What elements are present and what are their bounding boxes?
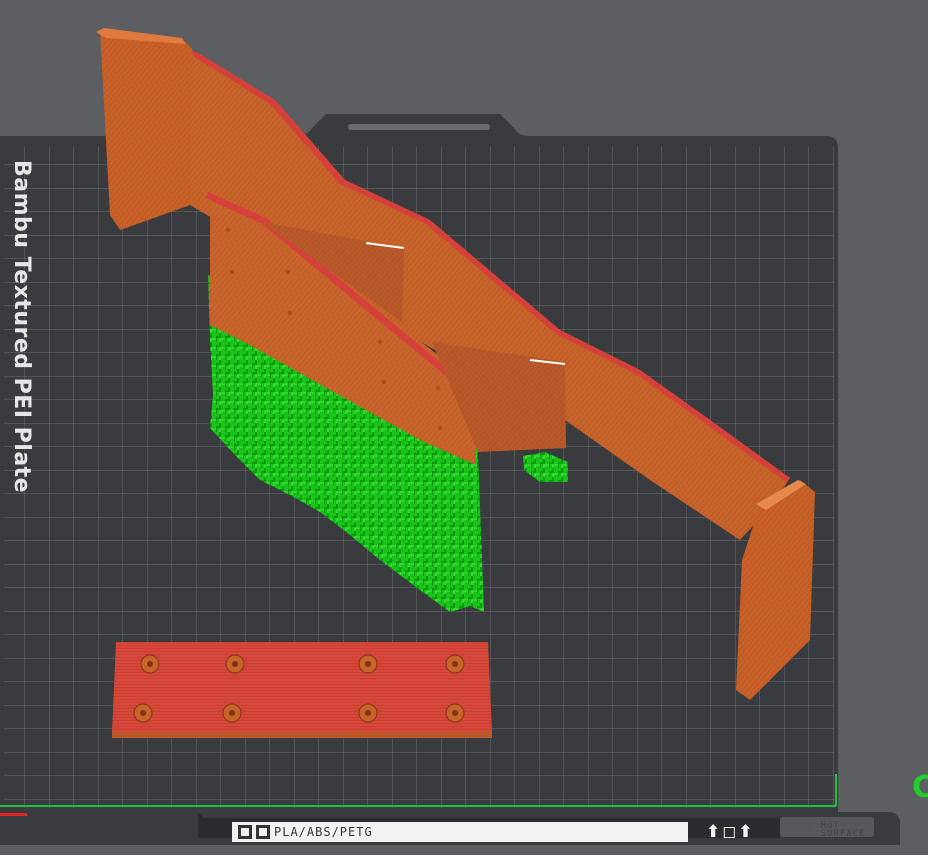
- plate-orientation-icons: ⬆◻⬆: [706, 822, 755, 842]
- 3d-viewport[interactable]: Bambu Textured PEI Plate PLA/ABS/PETG △ …: [0, 0, 928, 855]
- mount-plate[interactable]: [112, 642, 492, 738]
- material-badge: PLA/ABS/PETG △ HOT SURFACE: [232, 822, 865, 842]
- x-axis-marker: [0, 813, 28, 816]
- plate-label: Bambu Textured PEI Plate: [9, 160, 34, 494]
- warning-triangle-icon: △: [804, 820, 815, 839]
- plate-logo-icon: [238, 825, 252, 839]
- plate-handle-notch: [348, 124, 490, 130]
- axis-indicator-icon: C: [912, 770, 928, 805]
- hot-surface-warning: △ HOT SURFACE: [804, 820, 866, 839]
- plate-badges: PLA/ABS/PETG △ HOT SURFACE: [232, 821, 865, 843]
- scene-canvas[interactable]: [0, 0, 928, 855]
- plate-logo-icon: [256, 825, 270, 839]
